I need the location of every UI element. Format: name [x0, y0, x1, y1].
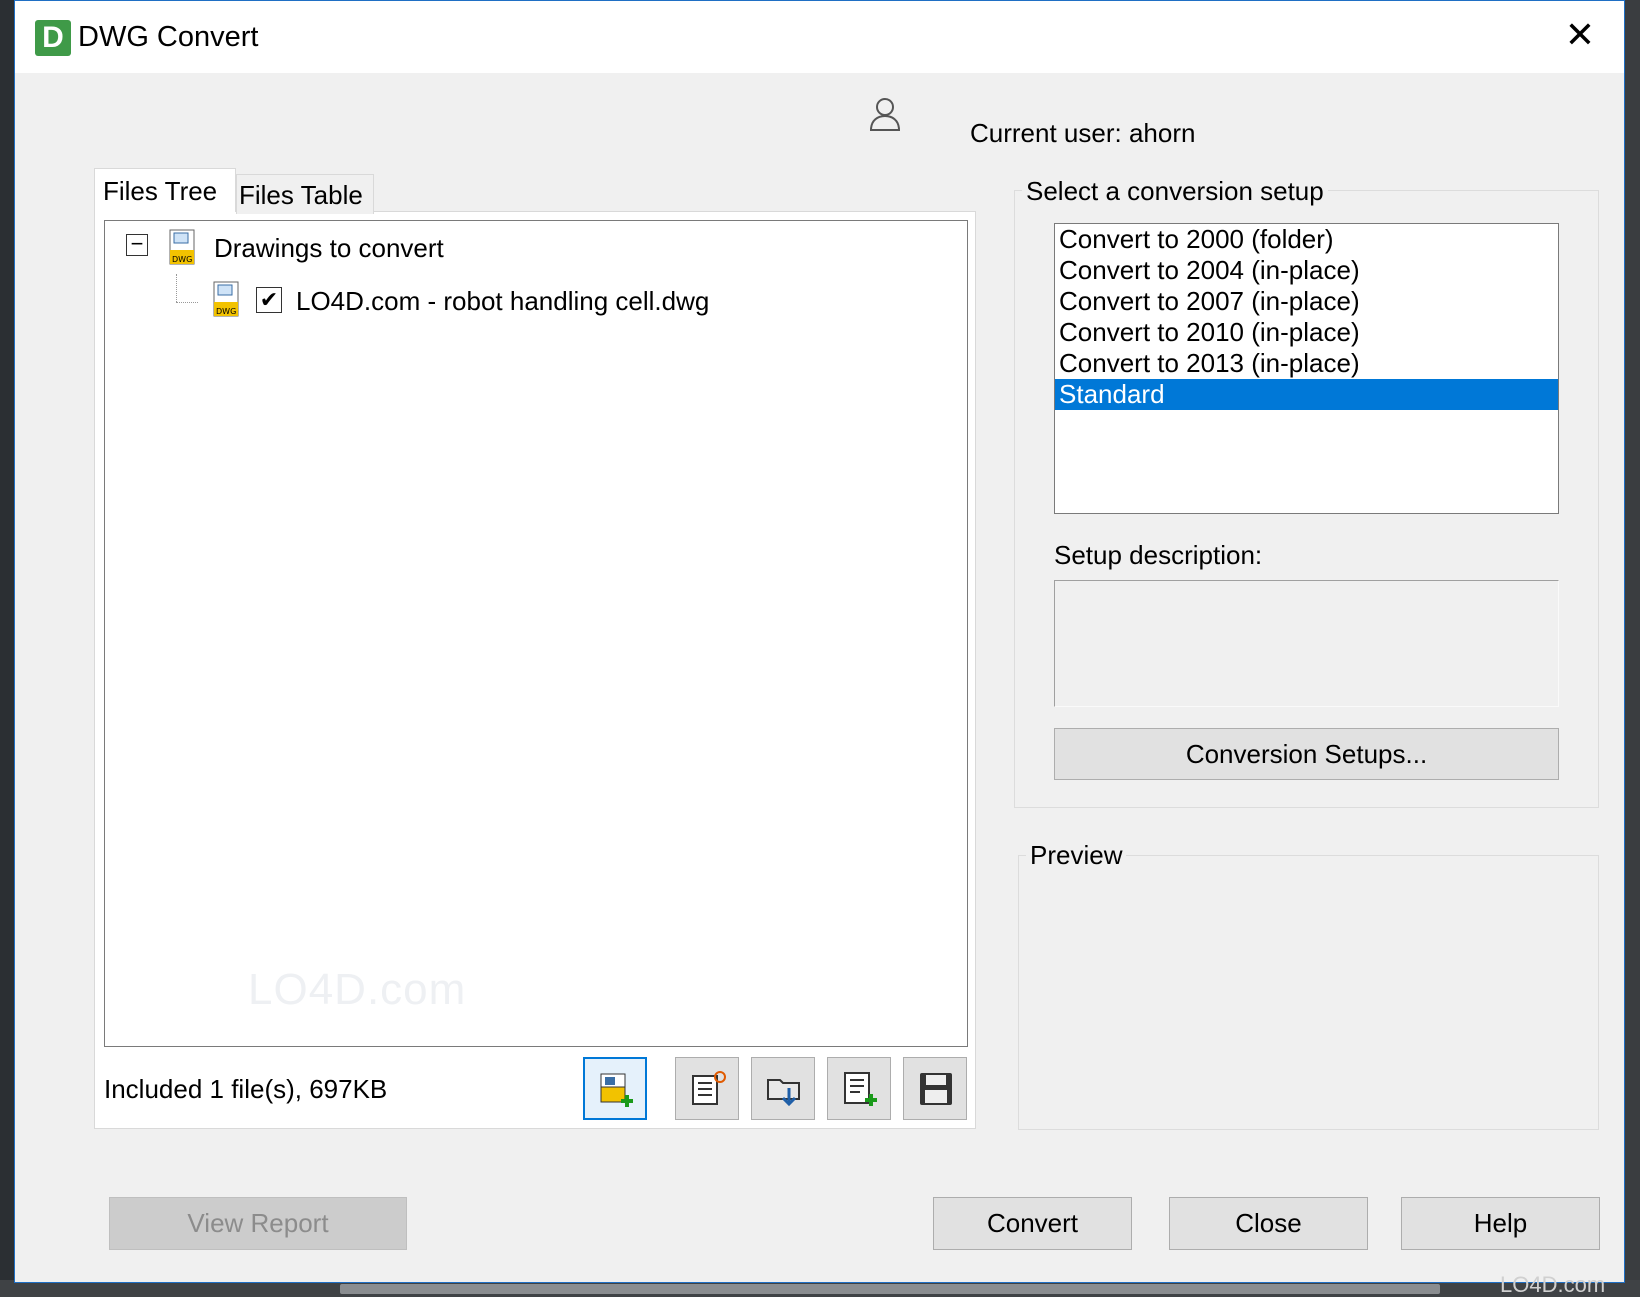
save-list-button[interactable]: [903, 1057, 967, 1120]
window-title: DWG Convert: [78, 21, 259, 53]
desktop-backdrop: [1625, 0, 1640, 1297]
save-icon: [920, 1073, 952, 1105]
background-scrollbar: [340, 1284, 1440, 1294]
new-list-icon: [692, 1071, 726, 1105]
preview-legend: Preview: [1026, 840, 1127, 871]
tree-connector: [176, 274, 177, 302]
setup-item[interactable]: Convert to 2010 (in-place): [1055, 317, 1558, 348]
close-window-button[interactable]: ✕: [1560, 15, 1600, 55]
conversion-setups-button[interactable]: Conversion Setups...: [1054, 728, 1559, 780]
corner-watermark: LO4D.com: [1500, 1272, 1606, 1297]
tab-files-tree[interactable]: Files Tree: [94, 168, 236, 212]
tree-file-label[interactable]: LO4D.com - robot handling cell.dwg: [296, 286, 709, 317]
setup-description-box: [1054, 580, 1559, 707]
title-bar: D DWG Convert ✕: [15, 1, 1624, 73]
setup-item[interactable]: Convert to 2004 (in-place): [1055, 255, 1558, 286]
conversion-setup-legend: Select a conversion setup: [1022, 176, 1328, 207]
close-button[interactable]: Close: [1169, 1197, 1368, 1250]
open-list-button[interactable]: [751, 1057, 815, 1120]
included-files-status: Included 1 file(s), 697KB: [104, 1074, 388, 1104]
setup-item[interactable]: Convert to 2013 (in-place): [1055, 348, 1558, 379]
view-report-button[interactable]: View Report: [109, 1197, 407, 1250]
setup-item[interactable]: Convert to 2007 (in-place): [1055, 286, 1558, 317]
app-logo-icon: D: [35, 20, 71, 56]
add-files-icon: [600, 1073, 633, 1107]
files-tree-view[interactable]: [104, 220, 968, 1047]
preview-group: [1018, 855, 1599, 1130]
setup-description-label: Setup description:: [1054, 540, 1263, 570]
tab-files-table[interactable]: Files Table: [236, 174, 374, 214]
dwg-icon: DWG: [169, 229, 195, 265]
tree-collapse-toggle[interactable]: −: [126, 233, 148, 256]
file-checkbox[interactable]: ✔: [256, 287, 282, 313]
add-files-button[interactable]: [583, 1057, 647, 1120]
svg-text:DWG: DWG: [216, 307, 236, 316]
svg-text:DWG: DWG: [172, 255, 192, 264]
user-icon: [869, 98, 901, 131]
new-list-button[interactable]: [675, 1057, 739, 1120]
conversion-setup-list[interactable]: Convert to 2000 (folder) Convert to 2004…: [1054, 223, 1559, 514]
append-list-button[interactable]: [827, 1057, 891, 1120]
open-folder-icon: [767, 1079, 800, 1107]
tree-root-label[interactable]: Drawings to convert: [214, 233, 444, 264]
setup-item[interactable]: Convert to 2000 (folder): [1055, 224, 1558, 255]
help-button[interactable]: Help: [1401, 1197, 1600, 1250]
dwg-icon: DWG: [213, 281, 239, 317]
tree-connector: [176, 302, 198, 303]
setup-item-selected[interactable]: Standard: [1055, 379, 1558, 410]
current-user-label: Current user: ahorn: [970, 118, 1196, 148]
watermark: LO4D.com: [248, 965, 467, 1014]
append-list-icon: [844, 1072, 877, 1106]
convert-button[interactable]: Convert: [933, 1197, 1132, 1250]
